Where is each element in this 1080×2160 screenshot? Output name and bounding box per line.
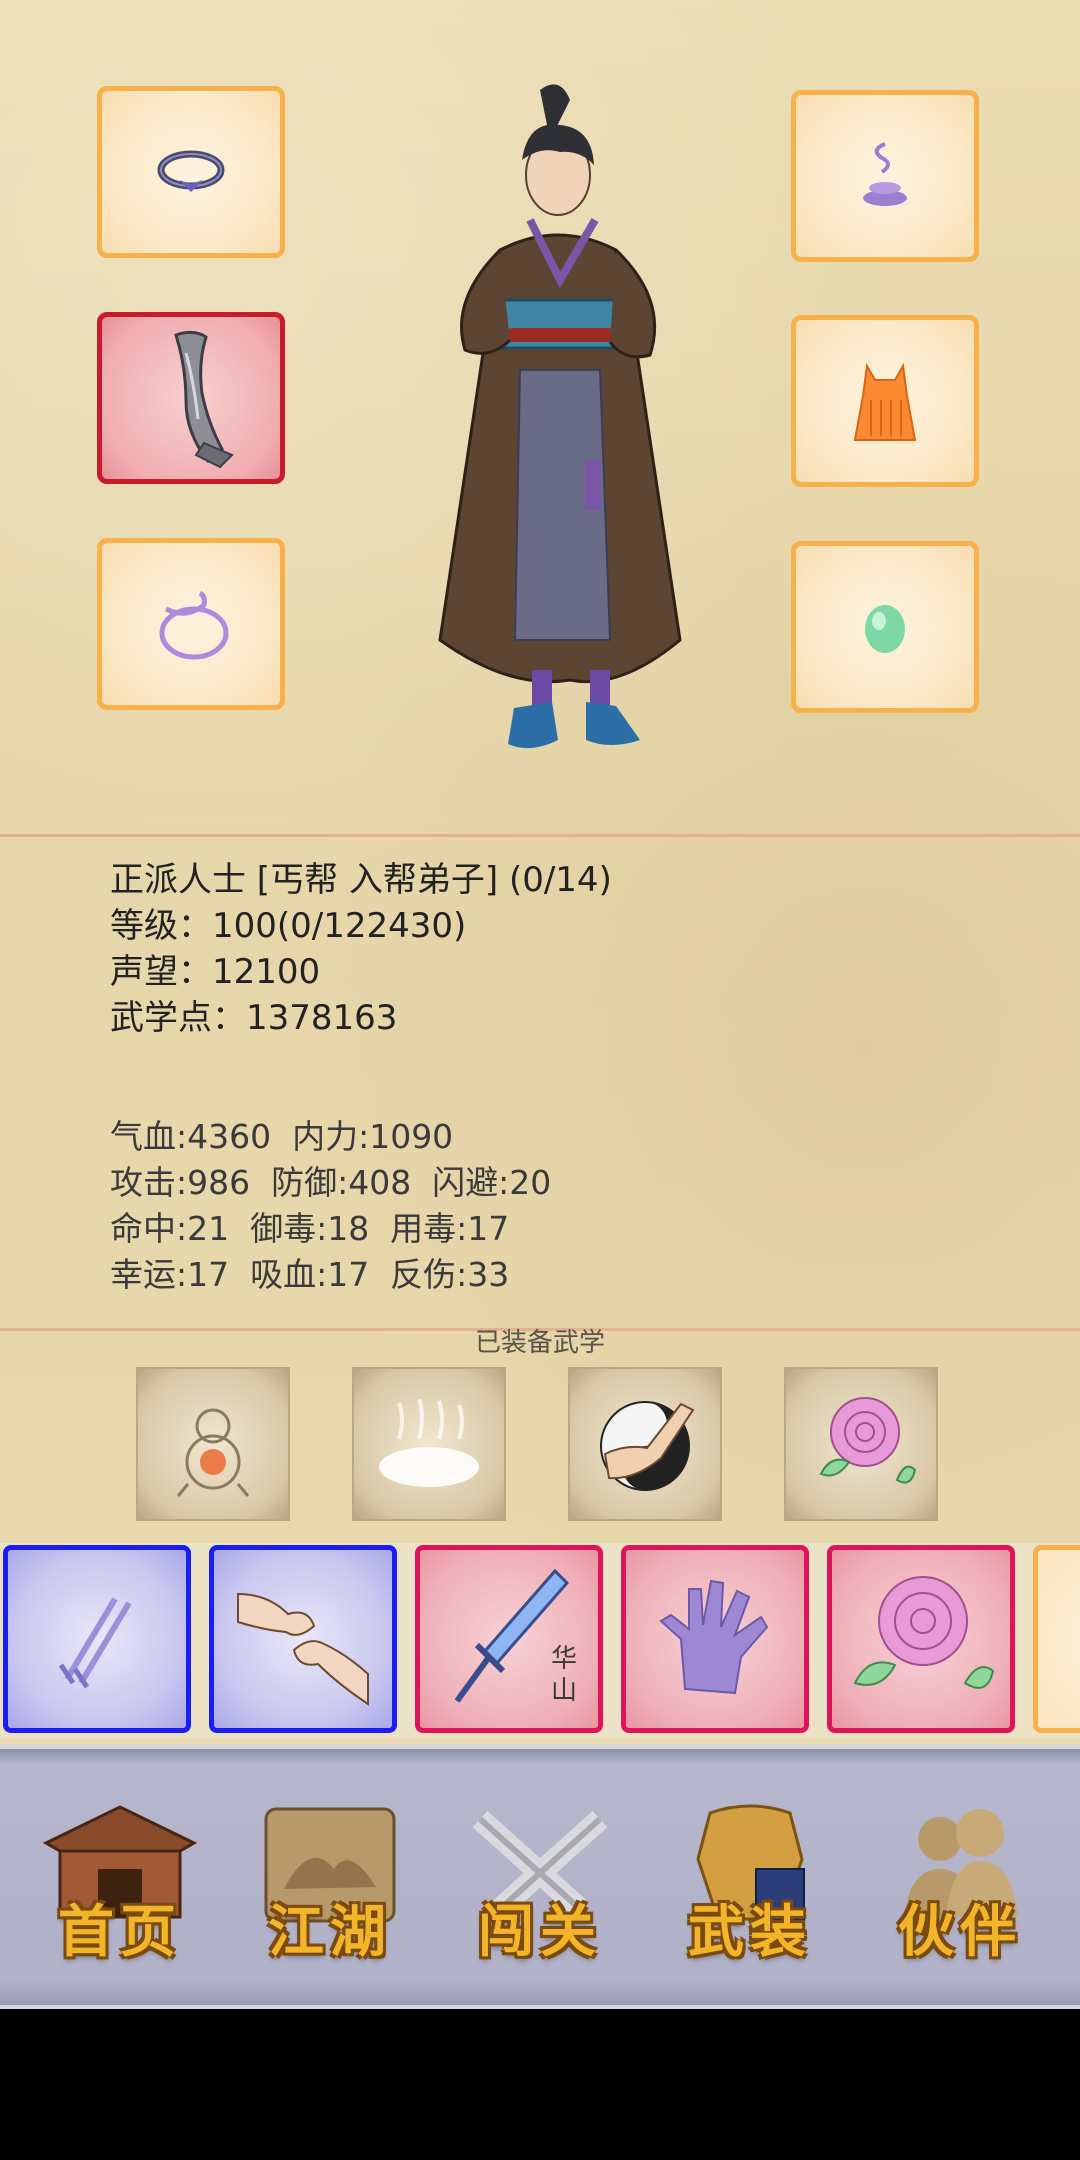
skill-card-6[interactable]	[1033, 1545, 1080, 1733]
faction-line: 正派人士 [丐帮 入帮弟子] (0/14)	[110, 860, 612, 900]
nav-gear-label: 武装	[688, 1899, 812, 1965]
weapon-slot[interactable]	[97, 312, 285, 484]
equipped-skill-1[interactable]	[136, 1367, 290, 1521]
skill-card-3[interactable]: 华 山	[415, 1545, 603, 1733]
skill-card-2[interactable]	[209, 1545, 397, 1733]
ring-slot[interactable]	[97, 86, 285, 258]
character-info: 正派人士 [丐帮 入帮弟子] (0/14) 等级：100(0/122430) 声…	[110, 857, 612, 1041]
nav-home-label: 首页	[58, 1899, 182, 1965]
twin-blades-icon	[58, 1597, 132, 1689]
martial-points-line: 武学点：1378163	[110, 998, 398, 1038]
level-line: 等级：100(0/122430)	[110, 906, 467, 946]
stats-block: 气血:4360 内力:1090 攻击:986 防御:408 闪避:20 命中:2…	[110, 1114, 551, 1298]
yin-yang-fist-icon	[600, 1401, 695, 1491]
nav-challenge[interactable]: 闯关	[460, 1799, 620, 1969]
gourd-icon	[176, 1408, 250, 1497]
character-panel: 正派人士 [丐帮 入帮弟子] (0/14) 等级：100(0/122430) 声…	[0, 0, 1080, 1745]
nav-jianghu[interactable]: 江湖	[250, 1799, 410, 1969]
skill-card-5[interactable]	[827, 1545, 1015, 1733]
jade-slot[interactable]	[791, 541, 979, 713]
stats-row-4: 幸运:17 吸血:17 反伤:33	[110, 1255, 510, 1294]
equipped-skill-4[interactable]	[784, 1367, 938, 1521]
huashan-sword-icon: 华 山	[454, 1568, 577, 1706]
bracelet-icon	[159, 590, 229, 660]
incense-icon	[863, 142, 907, 206]
ring-icon	[157, 150, 225, 192]
stats-row-1: 气血:4360 内力:1090	[110, 1117, 454, 1156]
skill-card-4[interactable]	[621, 1545, 809, 1733]
palm-icon	[659, 1579, 769, 1695]
stats-row-2: 攻击:986 防御:408 闪避:20	[110, 1163, 552, 1202]
reputation-line: 声望：12100	[110, 952, 321, 992]
sword-icon	[174, 330, 234, 469]
peony-icon	[853, 1576, 995, 1689]
garment-slot[interactable]	[791, 315, 979, 487]
bottom-nav: 首页 江湖 闯关 武装 伙伴	[0, 1745, 1080, 2009]
skill-card-1[interactable]	[3, 1545, 191, 1733]
nav-home[interactable]: 首页	[40, 1799, 200, 1969]
character-portrait	[438, 84, 682, 749]
nav-gear[interactable]: 武装	[670, 1799, 830, 1969]
nav-partner-label: 伙伴	[898, 1899, 1022, 1965]
skill-card-strip[interactable]: 华 山	[0, 1543, 1080, 1739]
nav-challenge-label: 闯关	[478, 1899, 602, 1965]
equipped-skill-3[interactable]	[568, 1367, 722, 1521]
garment-icon	[853, 362, 917, 441]
incense-slot[interactable]	[791, 90, 979, 262]
huashan-text-top: 华	[551, 1644, 577, 1674]
stats-row-3: 命中:21 御毒:18 用毒:17	[110, 1209, 510, 1248]
equipped-martial-title: 已装备武学	[474, 1328, 605, 1358]
huashan-text-bottom: 山	[551, 1676, 577, 1706]
nav-jianghu-label: 江湖	[268, 1899, 392, 1965]
peony-icon	[819, 1397, 917, 1484]
jade-icon	[865, 605, 905, 653]
nav-partner[interactable]: 伙伴	[880, 1799, 1040, 1969]
mist-icon	[379, 1398, 479, 1487]
bracelet-slot[interactable]	[97, 538, 285, 710]
fist-bump-icon	[237, 1592, 369, 1706]
equipped-skill-2[interactable]	[352, 1367, 506, 1521]
divider-top	[0, 834, 1080, 837]
